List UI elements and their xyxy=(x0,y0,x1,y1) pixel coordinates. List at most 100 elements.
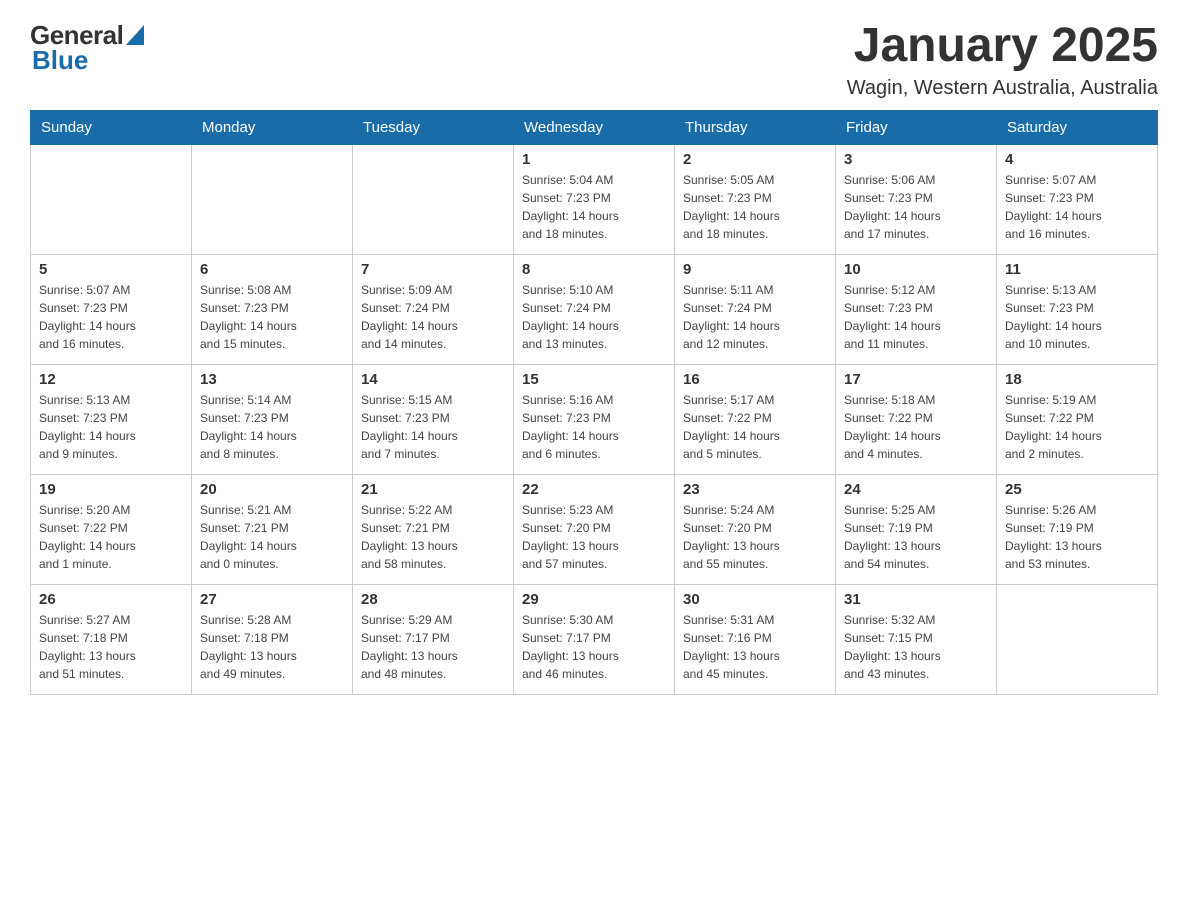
calendar-header-wednesday: Wednesday xyxy=(514,110,675,144)
day-number-13: 13 xyxy=(200,371,344,388)
day-info-5: Sunrise: 5:07 AM Sunset: 7:23 PM Dayligh… xyxy=(39,281,183,353)
day-number-18: 18 xyxy=(1005,371,1149,388)
day-number-10: 10 xyxy=(844,261,988,278)
calendar-day-15: 15 Sunrise: 5:16 AM Sunset: 7:23 PM Dayli… xyxy=(514,364,675,474)
day-number-17: 17 xyxy=(844,371,988,388)
calendar-day-23: 23Sunrise: 5:24 AM Sunset: 7:20 PM Dayli… xyxy=(675,474,836,584)
day-info-30: Sunrise: 5:31 AM Sunset: 7:16 PM Dayligh… xyxy=(683,611,827,683)
calendar-table: SundayMondayTuesdayWednesdayThursdayFrid… xyxy=(30,110,1158,695)
day-number-29: 29 xyxy=(522,591,666,608)
day-number-1: 1 xyxy=(522,151,666,168)
calendar-day-3: 3 Sunrise: 5:06 AM Sunset: 7:23 PM Daylig… xyxy=(836,144,997,254)
day-number-20: 20 xyxy=(200,481,344,498)
title-area: January 2025 Wagin, Western Australia, A… xyxy=(847,20,1158,100)
day-number-11: 11 xyxy=(1005,261,1149,278)
calendar-header-sunday: Sunday xyxy=(31,110,192,144)
calendar-day-16: 16 Sunrise: 5:17 AM Sunset: 7:22 PM Dayli… xyxy=(675,364,836,474)
logo-arrow-icon xyxy=(126,25,144,45)
day-number-15: 15 xyxy=(522,371,666,388)
day-number-19: 19 xyxy=(39,481,183,498)
calendar-week-row-2: 5 Sunrise: 5:07 AM Sunset: 7:23 PM Daylig… xyxy=(31,254,1158,364)
day-info-11: Sunrise: 5:13 AM Sunset: 7:23 PM Dayligh… xyxy=(1005,281,1149,353)
calendar-day-17: 17 Sunrise: 5:18 AM Sunset: 7:22 PM Dayli… xyxy=(836,364,997,474)
day-info-15: Sunrise: 5:16 AM Sunset: 7:23 PM Dayligh… xyxy=(522,391,666,463)
day-info-25: Sunrise: 5:26 AM Sunset: 7:19 PM Dayligh… xyxy=(1005,501,1149,573)
page-title: January 2025 xyxy=(847,20,1158,73)
calendar-day-26: 26Sunrise: 5:27 AM Sunset: 7:18 PM Dayli… xyxy=(31,584,192,694)
day-info-6: Sunrise: 5:08 AM Sunset: 7:23 PM Dayligh… xyxy=(200,281,344,353)
day-info-22: Sunrise: 5:23 AM Sunset: 7:20 PM Dayligh… xyxy=(522,501,666,573)
day-number-2: 2 xyxy=(683,151,827,168)
day-info-27: Sunrise: 5:28 AM Sunset: 7:18 PM Dayligh… xyxy=(200,611,344,683)
day-number-26: 26 xyxy=(39,591,183,608)
calendar-day-7: 7 Sunrise: 5:09 AM Sunset: 7:24 PM Daylig… xyxy=(353,254,514,364)
calendar-week-row-4: 19 Sunrise: 5:20 AM Sunset: 7:22 PM Dayli… xyxy=(31,474,1158,584)
empty-cell xyxy=(997,584,1158,694)
calendar-day-8: 8Sunrise: 5:10 AM Sunset: 7:24 PM Daylig… xyxy=(514,254,675,364)
day-info-16: Sunrise: 5:17 AM Sunset: 7:22 PM Dayligh… xyxy=(683,391,827,463)
day-info-17: Sunrise: 5:18 AM Sunset: 7:22 PM Dayligh… xyxy=(844,391,988,463)
calendar-day-30: 30 Sunrise: 5:31 AM Sunset: 7:16 PM Dayli… xyxy=(675,584,836,694)
day-number-3: 3 xyxy=(844,151,988,168)
empty-cell xyxy=(192,144,353,254)
calendar-day-25: 25 Sunrise: 5:26 AM Sunset: 7:19 PM Dayli… xyxy=(997,474,1158,584)
calendar-day-18: 18 Sunrise: 5:19 AM Sunset: 7:22 PM Dayli… xyxy=(997,364,1158,474)
calendar-header-row: SundayMondayTuesdayWednesdayThursdayFrid… xyxy=(31,110,1158,144)
calendar-day-14: 14Sunrise: 5:15 AM Sunset: 7:23 PM Dayli… xyxy=(353,364,514,474)
day-info-4: Sunrise: 5:07 AM Sunset: 7:23 PM Dayligh… xyxy=(1005,171,1149,243)
logo-blue-text: Blue xyxy=(32,45,88,76)
day-number-6: 6 xyxy=(200,261,344,278)
day-info-10: Sunrise: 5:12 AM Sunset: 7:23 PM Dayligh… xyxy=(844,281,988,353)
empty-cell xyxy=(353,144,514,254)
calendar-day-4: 4Sunrise: 5:07 AM Sunset: 7:23 PM Daylig… xyxy=(997,144,1158,254)
calendar-day-27: 27 Sunrise: 5:28 AM Sunset: 7:18 PM Dayli… xyxy=(192,584,353,694)
calendar-day-1: 1 Sunrise: 5:04 AM Sunset: 7:23 PM Daylig… xyxy=(514,144,675,254)
day-info-14: Sunrise: 5:15 AM Sunset: 7:23 PM Dayligh… xyxy=(361,391,505,463)
day-info-21: Sunrise: 5:22 AM Sunset: 7:21 PM Dayligh… xyxy=(361,501,505,573)
day-info-31: Sunrise: 5:32 AM Sunset: 7:15 PM Dayligh… xyxy=(844,611,988,683)
calendar-day-19: 19 Sunrise: 5:20 AM Sunset: 7:22 PM Dayli… xyxy=(31,474,192,584)
day-number-7: 7 xyxy=(361,261,505,278)
day-number-28: 28 xyxy=(361,591,505,608)
calendar-week-row-3: 12 Sunrise: 5:13 AM Sunset: 7:23 PM Dayli… xyxy=(31,364,1158,474)
day-info-3: Sunrise: 5:06 AM Sunset: 7:23 PM Dayligh… xyxy=(844,171,988,243)
calendar-day-12: 12 Sunrise: 5:13 AM Sunset: 7:23 PM Dayli… xyxy=(31,364,192,474)
calendar-day-2: 2 Sunrise: 5:05 AM Sunset: 7:23 PM Daylig… xyxy=(675,144,836,254)
calendar-day-24: 24Sunrise: 5:25 AM Sunset: 7:19 PM Dayli… xyxy=(836,474,997,584)
calendar-day-22: 22 Sunrise: 5:23 AM Sunset: 7:20 PM Dayli… xyxy=(514,474,675,584)
day-info-18: Sunrise: 5:19 AM Sunset: 7:22 PM Dayligh… xyxy=(1005,391,1149,463)
day-number-27: 27 xyxy=(200,591,344,608)
page-header: General Blue January 2025 Wagin, Western… xyxy=(30,20,1158,100)
day-info-9: Sunrise: 5:11 AM Sunset: 7:24 PM Dayligh… xyxy=(683,281,827,353)
day-info-20: Sunrise: 5:21 AM Sunset: 7:21 PM Dayligh… xyxy=(200,501,344,573)
day-number-25: 25 xyxy=(1005,481,1149,498)
calendar-header-friday: Friday xyxy=(836,110,997,144)
calendar-day-5: 5 Sunrise: 5:07 AM Sunset: 7:23 PM Daylig… xyxy=(31,254,192,364)
day-number-5: 5 xyxy=(39,261,183,278)
day-number-16: 16 xyxy=(683,371,827,388)
day-number-24: 24 xyxy=(844,481,988,498)
day-info-19: Sunrise: 5:20 AM Sunset: 7:22 PM Dayligh… xyxy=(39,501,183,573)
day-number-22: 22 xyxy=(522,481,666,498)
day-info-2: Sunrise: 5:05 AM Sunset: 7:23 PM Dayligh… xyxy=(683,171,827,243)
calendar-day-29: 29 Sunrise: 5:30 AM Sunset: 7:17 PM Dayli… xyxy=(514,584,675,694)
day-number-30: 30 xyxy=(683,591,827,608)
day-info-1: Sunrise: 5:04 AM Sunset: 7:23 PM Dayligh… xyxy=(522,171,666,243)
calendar-week-row-1: 1 Sunrise: 5:04 AM Sunset: 7:23 PM Daylig… xyxy=(31,144,1158,254)
calendar-day-20: 20 Sunrise: 5:21 AM Sunset: 7:21 PM Dayli… xyxy=(192,474,353,584)
calendar-header-saturday: Saturday xyxy=(997,110,1158,144)
day-number-12: 12 xyxy=(39,371,183,388)
day-number-21: 21 xyxy=(361,481,505,498)
day-info-29: Sunrise: 5:30 AM Sunset: 7:17 PM Dayligh… xyxy=(522,611,666,683)
calendar-day-10: 10 Sunrise: 5:12 AM Sunset: 7:23 PM Dayli… xyxy=(836,254,997,364)
calendar-week-row-5: 26Sunrise: 5:27 AM Sunset: 7:18 PM Dayli… xyxy=(31,584,1158,694)
logo: General Blue xyxy=(30,20,144,76)
day-info-13: Sunrise: 5:14 AM Sunset: 7:23 PM Dayligh… xyxy=(200,391,344,463)
calendar-day-21: 21 Sunrise: 5:22 AM Sunset: 7:21 PM Dayli… xyxy=(353,474,514,584)
day-info-12: Sunrise: 5:13 AM Sunset: 7:23 PM Dayligh… xyxy=(39,391,183,463)
calendar-day-11: 11 Sunrise: 5:13 AM Sunset: 7:23 PM Dayli… xyxy=(997,254,1158,364)
subtitle: Wagin, Western Australia, Australia xyxy=(847,77,1158,100)
day-number-8: 8 xyxy=(522,261,666,278)
day-info-7: Sunrise: 5:09 AM Sunset: 7:24 PM Dayligh… xyxy=(361,281,505,353)
calendar-day-28: 28Sunrise: 5:29 AM Sunset: 7:17 PM Dayli… xyxy=(353,584,514,694)
